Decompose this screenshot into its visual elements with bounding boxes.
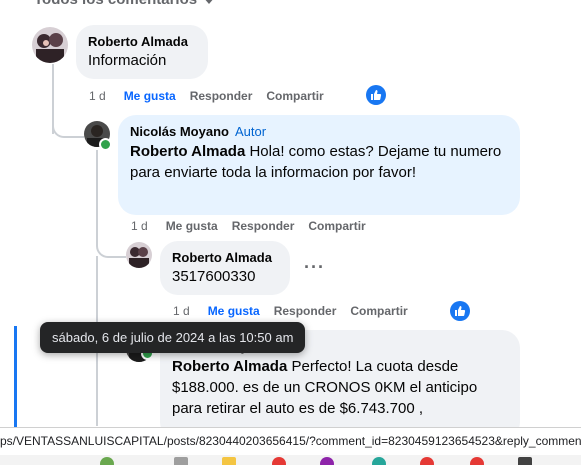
comment-actions: 1 d Me gusta Responder Compartir [131,219,380,233]
comment-bubble: Roberto Almada Información [76,25,208,79]
app-icon[interactable] [100,457,114,465]
comment-author[interactable]: Roberto Almada [172,250,278,265]
avatar[interactable] [32,27,68,63]
caret-down-icon [203,0,216,4]
app-icon[interactable] [272,457,286,465]
taskbar [0,455,581,465]
share-button[interactable]: Compartir [350,304,407,318]
like-button[interactable]: Me gusta [166,219,218,233]
share-button[interactable]: Compartir [308,219,365,233]
comment-actions: 1 d Me gusta Responder Compartir [89,89,338,103]
comment-author[interactable]: Roberto Almada [88,34,196,49]
link-status-bar: ps/VENTASSANLUISCAPITAL/posts/8230440203… [0,427,581,455]
comment-author[interactable]: Nicolás Moyano [130,124,229,139]
online-status-icon [99,138,112,151]
comment-text: Roberto Almada Perfecto! La cuota desde … [172,356,508,419]
comment-time[interactable]: 1 d [131,219,148,233]
comments-filter-label: Todos los comentarios [34,0,197,8]
comment-text: Información [88,52,167,69]
app-icon[interactable] [174,457,188,465]
folder-icon[interactable] [222,457,236,465]
like-reaction-icon[interactable] [366,85,386,105]
timestamp-tooltip: sábado, 6 de julio de 2024 a las 10:50 a… [40,322,306,353]
thread-curve [96,238,126,258]
reply-button[interactable]: Responder [190,89,253,103]
thread-line [96,150,98,240]
comment-time[interactable]: 1 d [89,89,106,103]
comment-actions: 1 d Me gusta Responder Compartir [173,304,422,318]
more-options-icon[interactable]: ··· [304,257,325,278]
thread-curve [52,118,84,138]
comment-text: 3517600330 [172,268,256,285]
comment-bubble: Roberto Almada 3517600330 [160,241,290,295]
browser-icon[interactable] [470,457,484,465]
avatar[interactable] [126,242,152,268]
comments-filter[interactable]: Todos los comentarios [34,0,216,8]
like-button[interactable]: Me gusta [208,304,260,318]
comment-author-line: Nicolás Moyano Autor [130,124,508,139]
comment-text: Roberto Almada Hola! como estas? Dejame … [130,141,508,183]
mention-link[interactable]: Roberto Almada [130,143,245,160]
like-reaction-icon[interactable] [450,301,470,321]
reply-button[interactable]: Responder [232,219,295,233]
app-icon[interactable] [420,457,434,465]
highlighted-comment-marker [14,326,17,427]
app-icon[interactable] [372,457,386,465]
app-icon[interactable] [320,457,334,465]
author-badge: Autor [234,124,267,139]
app-icon[interactable] [518,457,532,465]
like-button[interactable]: Me gusta [124,89,176,103]
reply-button[interactable]: Responder [274,304,337,318]
comment-bubble: Nicolás Moyano Autor Roberto Almada Hola!… [118,115,520,215]
mention-link[interactable]: Roberto Almada [172,358,287,375]
comment-time[interactable]: 1 d [173,304,190,318]
status-url: ps/VENTASSANLUISCAPITAL/posts/8230440203… [0,434,581,448]
share-button[interactable]: Compartir [266,89,323,103]
